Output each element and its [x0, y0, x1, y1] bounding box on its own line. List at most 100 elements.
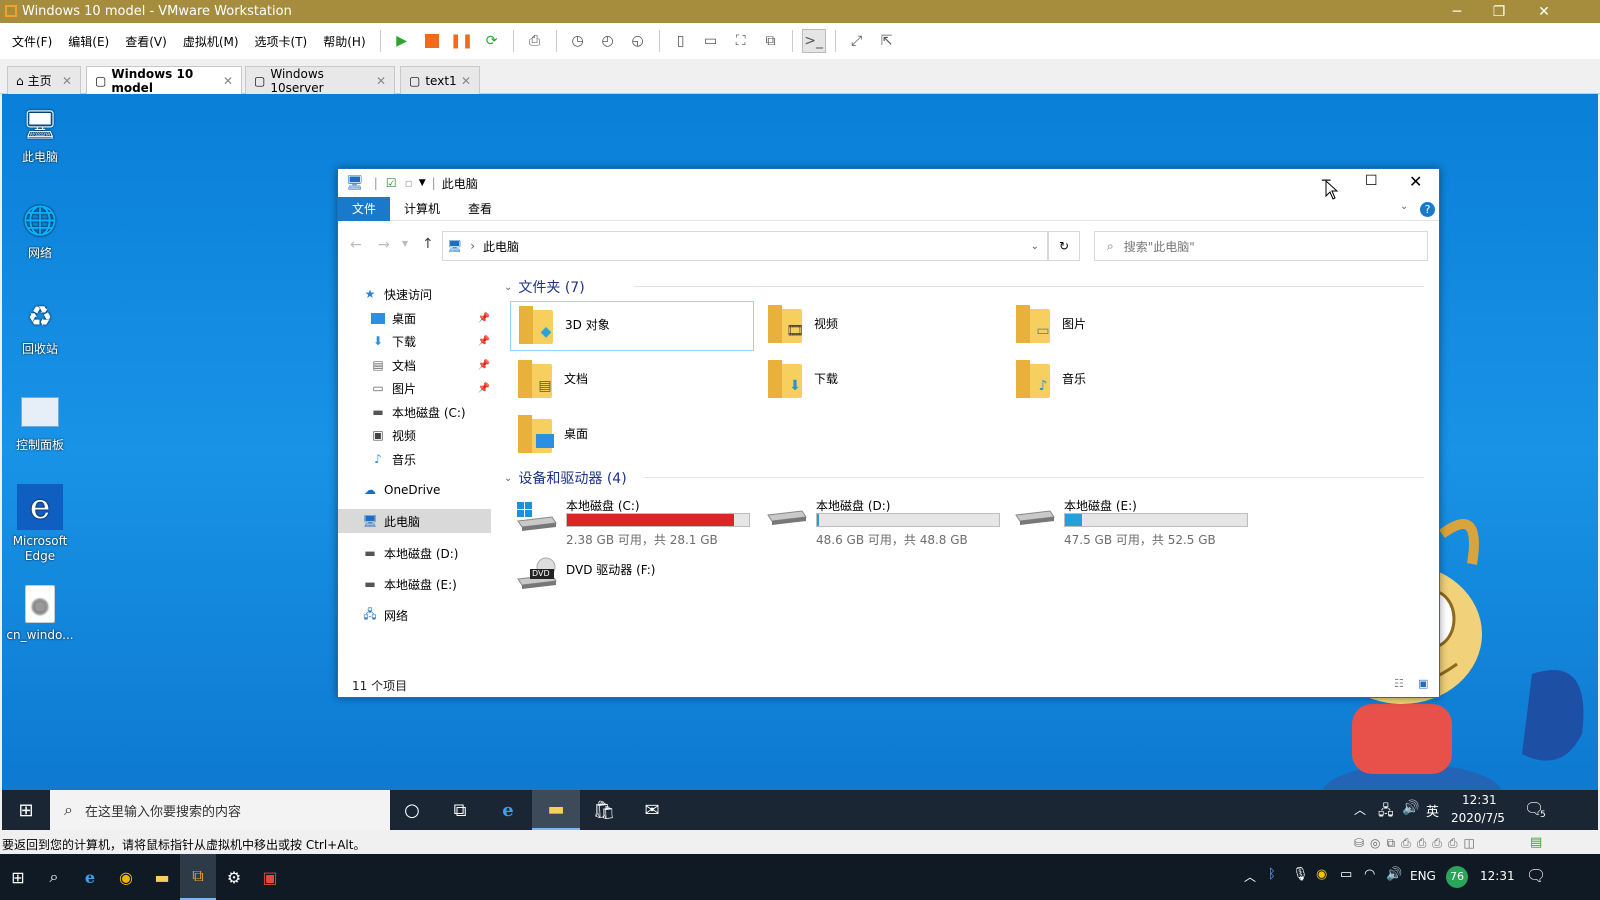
host-file-explorer[interactable]: ▬ — [144, 854, 180, 900]
back-icon[interactable]: ← — [350, 237, 362, 253]
close-icon[interactable]: ✕ — [1409, 172, 1422, 191]
menu-tabs[interactable]: 选项卡(T) — [247, 33, 316, 50]
nav-music[interactable]: ♪ 音乐 — [370, 448, 416, 470]
unity-icon[interactable]: ⧉ — [759, 29, 783, 53]
pin-icon[interactable]: 📌 — [478, 313, 490, 324]
start-button[interactable]: ⊞ — [2, 790, 50, 830]
fullscreen-icon[interactable]: ⛶ — [729, 29, 753, 53]
desktop-icon-recycle-bin[interactable]: ♻ 回收站 — [2, 296, 78, 357]
pin-icon[interactable]: 📌 — [478, 360, 490, 371]
nav-videos[interactable]: ▣ 视频 — [370, 424, 416, 446]
sidebar-toggle-icon[interactable]: ▯ — [669, 29, 693, 53]
stretch-icon[interactable]: ⇱ — [875, 29, 899, 53]
ribbon-tab-computer[interactable]: 计算机 — [390, 197, 454, 221]
drive-e[interactable]: 本地磁盘 (E:) 47.5 GB 可用，共 52.5 GB — [1008, 491, 1252, 547]
autofit-icon[interactable]: ⤢ — [845, 29, 869, 53]
menu-file[interactable]: 文件(F) — [4, 33, 60, 50]
menu-help[interactable]: 帮助(H) — [315, 33, 373, 50]
folders-group-header[interactable]: ⌄ 文件夹 (7) — [504, 277, 1434, 297]
folder-3d-objects[interactable]: ◆ 3D 对象 — [510, 301, 754, 351]
wifi-icon[interactable]: ◠ — [1364, 867, 1375, 882]
tray-app-icon[interactable]: ◉ — [1316, 867, 1327, 882]
nav-pictures[interactable]: ▭ 图片 📌 — [370, 377, 490, 399]
nav-drive-e[interactable]: ▬ 本地磁盘 (E:) — [362, 573, 456, 595]
folder-pictures[interactable]: ▭ 图片 — [1008, 301, 1252, 351]
desktop-icon-network[interactable]: 🌐 网络 — [2, 200, 78, 261]
notification-icon[interactable]: 🗨 — [1526, 866, 1546, 885]
taskbar-search-box[interactable]: ⌕ 在这里输入你要搜索的内容 — [50, 790, 390, 830]
drive-c[interactable]: 本地磁盘 (C:) 2.38 GB 可用，共 28.1 GB — [510, 491, 754, 547]
minimize-icon[interactable]: ─ — [1435, 0, 1479, 23]
volume-icon[interactable]: 🔊 — [1402, 800, 1419, 816]
host-start-button[interactable]: ⊞ — [0, 854, 36, 900]
revert-snapshot-icon[interactable]: ◴ — [596, 29, 620, 53]
nav-drive-c[interactable]: ▬ 本地磁盘 (C:) — [370, 401, 465, 423]
suspend-icon[interactable]: ❚❚ — [450, 29, 474, 53]
new-folder-icon[interactable]: ▫ — [405, 176, 413, 190]
tray-badge[interactable]: 76 — [1446, 866, 1468, 888]
details-view-icon[interactable]: ☷ — [1394, 677, 1404, 690]
nav-network[interactable]: 🖧 网络 — [362, 604, 408, 626]
message-log-icon[interactable]: ▤ — [1530, 835, 1542, 850]
large-icons-view-icon[interactable]: ▣ — [1418, 677, 1428, 690]
close-tab-icon[interactable]: ✕ — [461, 74, 471, 88]
restore-icon[interactable]: ❐ — [1477, 0, 1521, 23]
search-input[interactable]: 搜索"此电脑" — [1124, 238, 1195, 255]
folder-videos[interactable]: 🎞 视频 — [760, 301, 1004, 351]
up-icon[interactable]: ↑ — [422, 236, 434, 252]
close-tab-icon[interactable]: ✕ — [223, 74, 233, 88]
folder-music[interactable]: ♪ 音乐 — [1008, 356, 1252, 406]
menu-vm[interactable]: 虚拟机(M) — [175, 33, 247, 50]
host-edge[interactable]: e — [72, 854, 108, 900]
desktop-icon-edge[interactable]: e Microsoft Edge — [2, 484, 78, 564]
recent-locations-icon[interactable]: ▼ — [402, 239, 408, 248]
microphone-icon[interactable]: 🎙 — [1292, 867, 1309, 882]
host-app-red[interactable]: ▣ — [252, 854, 288, 900]
forward-icon[interactable]: → — [378, 237, 390, 253]
address-dropdown-icon[interactable]: ⌄ — [1031, 241, 1039, 252]
tab-home[interactable]: ⌂ 主页 ✕ — [7, 66, 81, 94]
nav-onedrive[interactable]: ☁ OneDrive — [362, 479, 440, 501]
task-view-button[interactable]: ⧉ — [436, 790, 484, 830]
clock-time[interactable]: 12:31 — [1462, 793, 1497, 807]
folder-downloads[interactable]: ⬇ 下载 — [760, 356, 1004, 406]
tab-windows-10-model[interactable]: ▢ Windows 10 model ✕ — [86, 66, 242, 95]
maximize-icon[interactable]: ☐ — [1365, 173, 1378, 189]
clock-date[interactable]: 2020/7/5 — [1451, 811, 1505, 825]
folder-desktop[interactable]: 桌面 — [510, 411, 754, 461]
nav-drive-d[interactable]: ▬ 本地磁盘 (D:) — [362, 542, 458, 564]
refresh-button[interactable]: ↻ — [1048, 231, 1080, 261]
ribbon-tab-file[interactable]: 文件 — [338, 196, 391, 221]
drive-dvd-f[interactable]: DVD DVD 驱动器 (F:) — [510, 555, 754, 605]
pin-icon[interactable]: 📌 — [478, 336, 490, 347]
menu-edit[interactable]: 编辑(E) — [60, 33, 117, 50]
nav-desktop[interactable]: 桌面 📌 — [370, 307, 490, 329]
nav-downloads[interactable]: ⬇ 下载 📌 — [370, 330, 490, 352]
power-on-icon[interactable]: ▶ — [390, 29, 414, 53]
folder-documents[interactable]: ▤ 文档 — [510, 356, 754, 406]
host-vmware[interactable]: ⧉ — [180, 854, 216, 900]
taskbar-store[interactable]: 🛍 — [580, 790, 628, 830]
battery-icon[interactable]: ▭ — [1340, 867, 1352, 882]
close-icon[interactable]: ✕ — [1522, 0, 1566, 23]
host-search-button[interactable]: ⌕ — [36, 854, 72, 900]
drives-group-header[interactable]: ⌄ 设备和驱动器 (4) — [504, 468, 1434, 488]
desktop-icon-disc-image[interactable]: ◉ cn_windo... — [2, 584, 78, 642]
properties-icon[interactable]: ☑ — [386, 176, 397, 190]
thumbnail-bar-icon[interactable]: ▭ — [699, 29, 723, 53]
desktop-icon-this-pc[interactable]: 🖥 此电脑 — [2, 104, 78, 165]
send-keys-icon[interactable]: ⎙ — [523, 29, 547, 53]
close-tab-icon[interactable]: ✕ — [62, 74, 72, 88]
cortana-button[interactable]: ○ — [388, 790, 436, 830]
console-view-icon[interactable]: >_ — [801, 29, 826, 53]
ime-indicator[interactable]: 英 — [1426, 801, 1439, 820]
host-clock[interactable]: 12:31 — [1480, 869, 1515, 883]
taskbar-file-explorer[interactable]: ▬ — [532, 790, 580, 830]
stop-icon[interactable] — [420, 29, 444, 53]
pin-icon[interactable]: 📌 — [478, 383, 490, 394]
network-tray-icon[interactable]: 🖧 — [1378, 800, 1394, 824]
file-explorer-window[interactable]: 🖥 | ☑ ▫ ▼ | 此电脑 ─ ☐ ✕ 文件 计算机 查看 ⌄ ? ← → … — [337, 168, 1440, 698]
ribbon-tab-view[interactable]: 查看 — [454, 197, 506, 221]
tab-text1[interactable]: ▢ text1 ✕ — [400, 66, 480, 94]
desktop-icon-control-panel[interactable]: 控制面板 — [2, 392, 78, 453]
